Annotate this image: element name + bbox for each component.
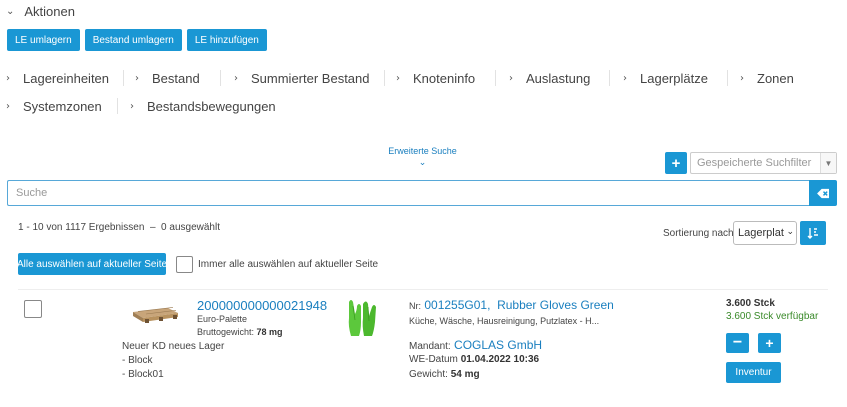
tabs-row-2: › Systemzonen › Bestandsbewegungen — [6, 95, 406, 117]
chevron-right-icon: › — [6, 72, 10, 84]
inventur-button[interactable]: Inventur — [726, 362, 781, 383]
le-umlagern-button[interactable]: LE umlagern — [7, 29, 80, 51]
tab-separator — [495, 70, 496, 86]
glove-image — [348, 300, 376, 336]
chevron-right-icon: › — [6, 100, 10, 112]
tab-summierter-bestand[interactable]: › Summierter Bestand — [234, 67, 370, 89]
chevron-down-icon: ⌄ — [784, 227, 794, 237]
chevron-right-icon: › — [396, 72, 400, 84]
chevron-right-icon: › — [623, 72, 627, 84]
plus-icon: + — [671, 154, 681, 172]
chevron-right-icon: › — [130, 100, 134, 112]
tab-separator — [117, 98, 118, 114]
select-all-page-button[interactable]: Alle auswählen auf aktueller Seite — [17, 253, 167, 275]
tab-knoteninfo[interactable]: › Knoteninfo — [396, 67, 475, 89]
article-number: Nr: 001255G01, Rubber Gloves Green — [409, 298, 614, 312]
tab-systemzonen[interactable]: › Systemzonen — [6, 95, 102, 117]
sort-direction-button[interactable] — [800, 221, 826, 245]
pallet-image — [133, 307, 178, 323]
minus-icon: − — [732, 334, 743, 351]
plus-icon: + — [765, 335, 774, 351]
item-id-link[interactable]: 200000000000021948 — [197, 298, 327, 313]
tab-lagereinheiten[interactable]: › Lagereinheiten — [6, 67, 109, 89]
tab-bestand[interactable]: › Bestand — [135, 67, 200, 89]
tab-auslastung[interactable]: › Auslastung — [509, 67, 590, 89]
divider — [18, 289, 828, 290]
increase-stock-button[interactable]: + — [758, 333, 781, 353]
results-count: 1 - 10 von 1117 Ergebnissen – 0 ausgewäh… — [18, 222, 220, 233]
section-title: Aktionen — [24, 3, 75, 19]
dropdown-arrow-icon: ▼ — [820, 153, 836, 173]
mandant: Mandant: COGLAS GmbH — [409, 338, 543, 352]
actions-section-header[interactable]: ⌄ Aktionen — [6, 2, 75, 20]
always-select-checkbox[interactable] — [176, 256, 193, 273]
tab-separator — [609, 70, 610, 86]
chevron-down-icon: ⌄ — [6, 5, 15, 17]
search-input[interactable] — [7, 180, 810, 206]
item-type: Euro-Palette — [197, 314, 248, 324]
we-date: WE-Datum 01.04.2022 10:36 — [409, 354, 540, 365]
chevron-right-icon: › — [740, 72, 744, 84]
chevron-down-icon: ⌄ — [418, 158, 427, 168]
chevron-right-icon: › — [135, 72, 139, 84]
mandant-link[interactable]: COGLAS GmbH — [454, 338, 542, 352]
clear-search-button[interactable] — [809, 180, 837, 206]
tab-separator — [384, 70, 385, 86]
eraser-icon — [816, 188, 829, 198]
item-weight: Gewicht: 54 mg — [409, 369, 480, 380]
advanced-search-toggle[interactable]: Erweiterte Suche ⌄ — [375, 146, 470, 168]
item-location: Neuer KD neues Lager - Block - Block01 — [122, 341, 225, 380]
sort-icon — [807, 228, 818, 239]
article-link[interactable]: 001255G01, Rubber Gloves Green — [424, 298, 613, 312]
decrease-stock-button[interactable]: − — [726, 333, 749, 353]
stock-total: 3.600 Stck — [726, 298, 775, 309]
tab-separator — [727, 70, 728, 86]
chevron-right-icon: › — [509, 72, 513, 84]
le-hinzufuegen-button[interactable]: LE hinzufügen — [186, 29, 267, 51]
tab-zonen[interactable]: › Zonen — [740, 67, 794, 89]
saved-filter-select[interactable]: Gespeicherte Suchfilter ▼ — [690, 152, 837, 174]
tab-separator — [123, 70, 124, 86]
row-checkbox[interactable] — [24, 300, 42, 318]
chevron-right-icon: › — [234, 72, 238, 84]
always-select-all[interactable]: Immer alle auswählen auf aktueller Seite — [176, 256, 378, 273]
sort-label: Sortierung nach — [663, 228, 734, 239]
tab-bestandsbewegungen[interactable]: › Bestandsbewegungen — [130, 95, 276, 117]
sort-select[interactable]: Lagerplatz ⌄ — [733, 221, 797, 245]
action-buttons: LE umlagern Bestand umlagern LE hinzufüg… — [7, 29, 267, 51]
add-filter-button[interactable]: + — [665, 152, 687, 174]
item-gross-weight: Bruttogewicht: 78 mg — [197, 327, 283, 337]
article-description: Küche, Wäsche, Hausreinigung, Putzlatex … — [409, 316, 600, 326]
tabs-row-1: › Lagereinheiten › Bestand › Summierter … — [6, 67, 846, 89]
tab-lagerplaetze[interactable]: › Lagerplätze — [623, 67, 708, 89]
bestand-umlagern-button[interactable]: Bestand umlagern — [84, 29, 182, 51]
tab-separator — [220, 70, 221, 86]
stock-available: 3.600 Stck verfügbar — [726, 311, 819, 322]
